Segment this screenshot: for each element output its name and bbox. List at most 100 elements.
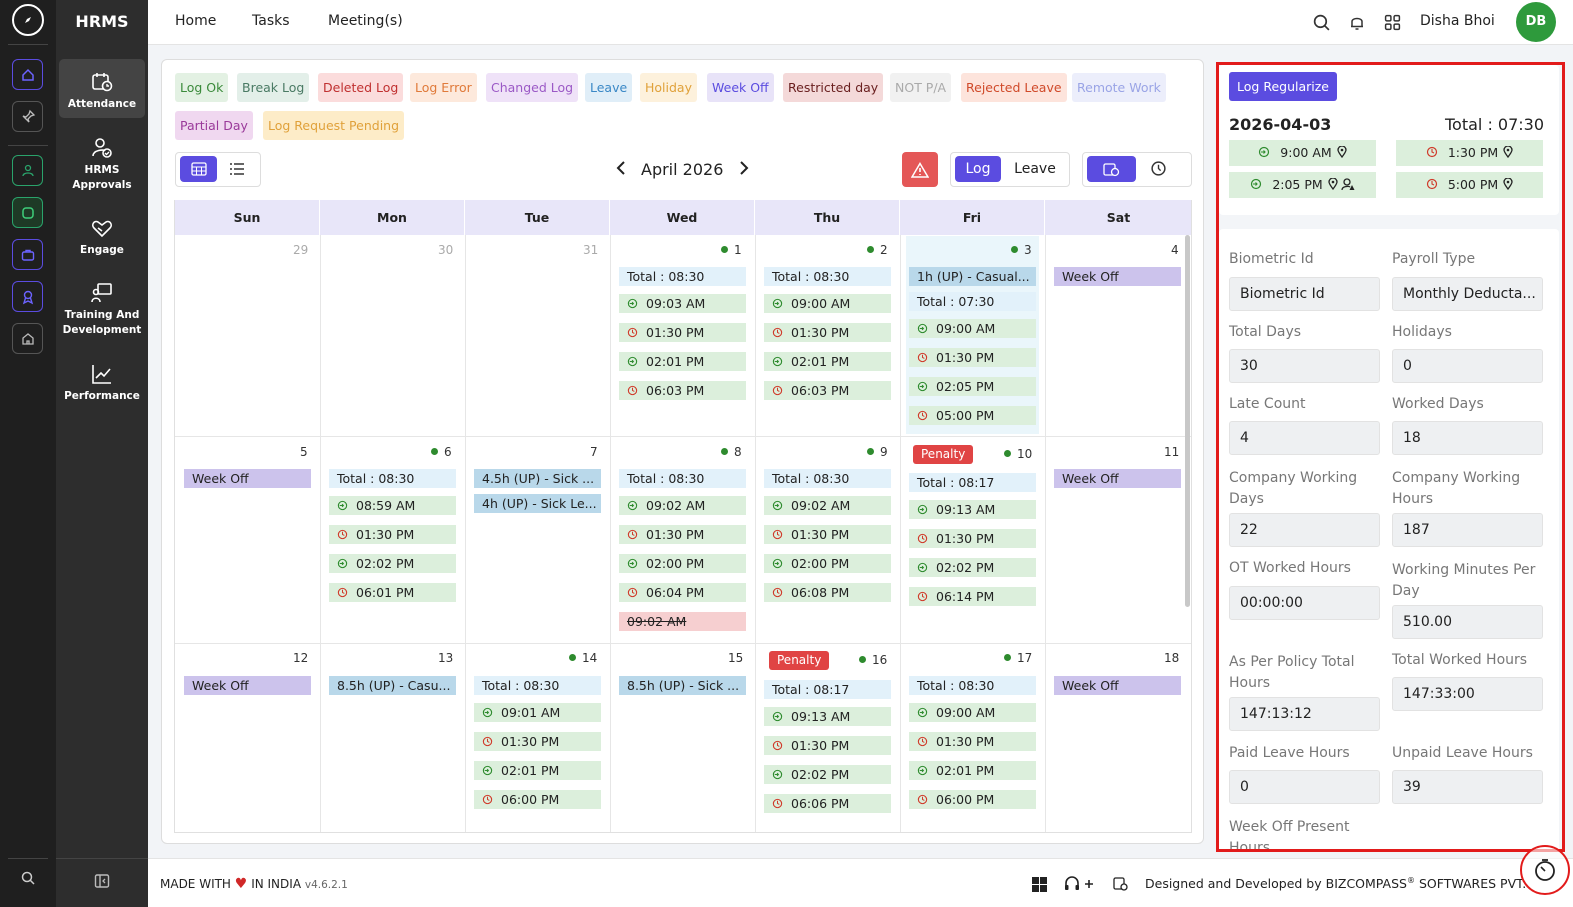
- penalty-badge[interactable]: Penalty: [769, 651, 830, 670]
- total-hours[interactable]: Total : 08:17: [909, 473, 1036, 492]
- total-hours[interactable]: Total : 08:30: [764, 469, 891, 488]
- prev-month-chevron-icon[interactable]: [616, 161, 626, 179]
- punch-out[interactable]: 06:03 PM: [619, 381, 746, 400]
- punch-in[interactable]: 02:01 PM: [619, 352, 746, 371]
- punch-out[interactable]: 06:01 PM: [329, 583, 456, 602]
- day-number[interactable]: 10: [1004, 447, 1032, 461]
- total-hours[interactable]: Total : 08:30: [764, 267, 891, 286]
- warning-button[interactable]: [902, 152, 938, 187]
- tasks-link[interactable]: Tasks: [252, 13, 290, 29]
- log-regularize-button[interactable]: Log Regularize: [1229, 72, 1337, 101]
- nav-engage[interactable]: Engage: [59, 216, 145, 258]
- total-hours[interactable]: Total : 08:30: [474, 676, 601, 695]
- compass-logo-icon[interactable]: [12, 4, 44, 36]
- total-hours[interactable]: Total : 08:17: [764, 680, 891, 699]
- user-avatar[interactable]: DB: [1516, 2, 1556, 42]
- week-off-tag[interactable]: Week Off: [1054, 676, 1181, 695]
- punch-out[interactable]: 01:30 PM: [619, 323, 746, 342]
- home-link[interactable]: Home: [175, 13, 216, 29]
- building-icon[interactable]: [12, 323, 43, 354]
- list-view-button[interactable]: [225, 156, 249, 182]
- leave-entry[interactable]: 4h (UP) - Sick Le...: [474, 494, 601, 513]
- punch-in[interactable]: 09:02 AM: [764, 496, 891, 515]
- punch-in[interactable]: 02:01 PM: [474, 761, 601, 780]
- meetings-link[interactable]: Meeting(s): [328, 13, 403, 29]
- leave-entry[interactable]: 1h (UP) - Casual...: [909, 267, 1036, 286]
- punch-out[interactable]: 01:30 PM: [764, 736, 891, 755]
- calendar-small-icon[interactable]: [1113, 876, 1128, 895]
- punch-out-box[interactable]: 1:30 PM: [1396, 140, 1543, 166]
- punch-in[interactable]: 09:00 AM: [764, 294, 891, 313]
- nav-hrms-approvals[interactable]: HRMS Approvals: [59, 136, 145, 193]
- search-icon[interactable]: [20, 870, 36, 890]
- apps-grid-icon[interactable]: [1384, 14, 1401, 35]
- punch-out[interactable]: 06:08 PM: [764, 583, 891, 602]
- punch-out[interactable]: 01:30 PM: [329, 525, 456, 544]
- calendar-scrollbar[interactable]: [1185, 235, 1190, 607]
- deleted-punch[interactable]: 09:02 AM: [619, 612, 746, 631]
- punch-out[interactable]: 01:30 PM: [764, 323, 891, 342]
- punch-in-box[interactable]: 2:05 PM: [1229, 172, 1376, 198]
- punch-in[interactable]: 09:00 AM: [909, 319, 1036, 338]
- week-off-tag[interactable]: Week Off: [184, 469, 311, 488]
- week-off-tag[interactable]: Week Off: [1054, 267, 1181, 286]
- total-hours[interactable]: Total : 08:30: [619, 267, 746, 286]
- punch-out[interactable]: 06:14 PM: [909, 587, 1036, 606]
- punch-out[interactable]: 01:30 PM: [909, 529, 1036, 548]
- punch-in[interactable]: 02:00 PM: [619, 554, 746, 573]
- bell-icon[interactable]: [1348, 13, 1366, 36]
- history-button[interactable]: [1150, 160, 1167, 181]
- week-off-tag[interactable]: Week Off: [184, 676, 311, 695]
- user-name[interactable]: Disha Bhoi: [1420, 13, 1495, 29]
- punch-in[interactable]: 09:02 AM: [619, 496, 746, 515]
- nav-training[interactable]: Training And Development: [59, 281, 145, 338]
- punch-out-box[interactable]: 5:00 PM: [1396, 172, 1543, 198]
- award-icon[interactable]: [12, 281, 43, 312]
- punch-out[interactable]: 06:06 PM: [764, 794, 891, 813]
- punch-in[interactable]: 02:01 PM: [764, 352, 891, 371]
- support-headset-icon[interactable]: [1064, 875, 1094, 897]
- day-number[interactable]: 17: [1004, 651, 1032, 665]
- log-toggle-button[interactable]: Log: [955, 156, 1001, 182]
- punch-out[interactable]: 01:30 PM: [474, 732, 601, 751]
- team-icon[interactable]: [12, 155, 43, 186]
- total-hours[interactable]: Total : 08:30: [619, 469, 746, 488]
- pin-icon[interactable]: [12, 101, 43, 132]
- calendar-view-button[interactable]: [180, 156, 217, 182]
- punch-in[interactable]: 02:02 PM: [764, 765, 891, 784]
- day-number[interactable]: 3: [1011, 243, 1032, 257]
- punch-in[interactable]: 02:02 PM: [909, 558, 1036, 577]
- day-number[interactable]: 16: [859, 653, 887, 667]
- punch-in[interactable]: 09:13 AM: [909, 500, 1036, 519]
- day-number[interactable]: 6: [431, 445, 452, 459]
- day-number[interactable]: 9: [867, 445, 888, 459]
- punch-out[interactable]: 01:30 PM: [909, 348, 1036, 367]
- nav-performance[interactable]: Performance: [59, 362, 145, 404]
- windows-icon[interactable]: [1032, 877, 1047, 896]
- collapse-sidebar-icon[interactable]: [94, 873, 110, 893]
- punch-in[interactable]: 02:05 PM: [909, 377, 1036, 396]
- leave-entry[interactable]: 4.5h (UP) - Sick ...: [474, 469, 601, 488]
- punch-out[interactable]: 06:03 PM: [764, 381, 891, 400]
- leave-entry[interactable]: 8.5h (UP) - Sick ...: [619, 676, 746, 695]
- total-hours[interactable]: Total : 08:30: [329, 469, 456, 488]
- punch-out[interactable]: 06:00 PM: [474, 790, 601, 809]
- day-number[interactable]: 2: [867, 243, 888, 257]
- punch-in[interactable]: 02:01 PM: [909, 761, 1036, 780]
- total-hours[interactable]: Total : 07:30: [909, 292, 1036, 311]
- week-off-tag[interactable]: Week Off: [1054, 469, 1181, 488]
- clock-timer-button[interactable]: [1520, 845, 1570, 895]
- briefcase-icon[interactable]: [12, 239, 43, 270]
- total-hours[interactable]: Total : 08:30: [909, 676, 1036, 695]
- day-number[interactable]: 8: [721, 445, 742, 459]
- punch-in[interactable]: 09:00 AM: [909, 703, 1036, 722]
- punch-out[interactable]: 01:30 PM: [764, 525, 891, 544]
- punch-in[interactable]: 08:59 AM: [329, 496, 456, 515]
- punch-in-box[interactable]: 9:00 AM: [1229, 140, 1376, 166]
- punch-in[interactable]: 09:13 AM: [764, 707, 891, 726]
- punch-in[interactable]: 09:03 AM: [619, 294, 746, 313]
- search-icon[interactable]: [1312, 13, 1331, 36]
- box-icon[interactable]: [12, 197, 43, 228]
- punch-in[interactable]: 02:00 PM: [764, 554, 891, 573]
- punch-out[interactable]: 06:04 PM: [619, 583, 746, 602]
